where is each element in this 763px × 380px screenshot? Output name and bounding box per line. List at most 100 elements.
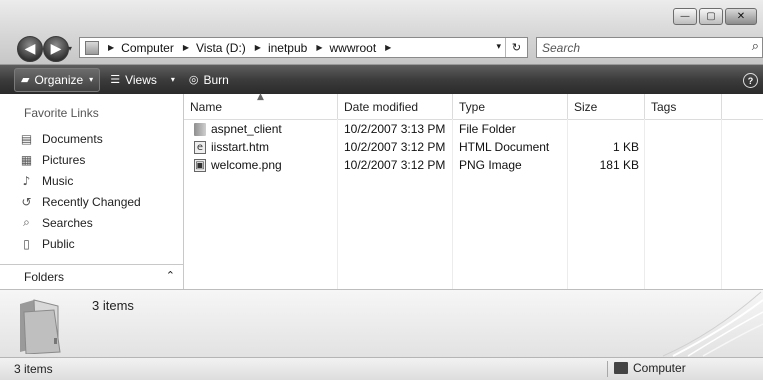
breadcrumb-separator[interactable]: ▶ [183, 43, 189, 52]
search-box: ⌕ [536, 37, 763, 58]
breadcrumb-inetpub[interactable]: inetpub [268, 41, 307, 55]
views-label: Views [125, 72, 157, 87]
views-icon: ☰ [110, 73, 121, 86]
nav-item-label: Recently Changed [42, 194, 141, 209]
nav-item-documents[interactable]: ▤ Documents [20, 128, 141, 149]
breadcrumb-wwwroot[interactable]: wwwroot [329, 41, 376, 55]
file-type: PNG Image [459, 158, 522, 172]
burn-button[interactable]: ◎ Burn [183, 69, 235, 91]
organize-icon: ▰ [21, 73, 30, 86]
details-pane: 3 items [0, 289, 763, 358]
file-size: 1 KB [612, 140, 639, 154]
column-header-size[interactable]: Size [568, 94, 645, 119]
folders-toggle[interactable]: Folders ⌃ [0, 264, 183, 289]
computer-icon [614, 362, 628, 374]
burn-label: Burn [203, 72, 229, 87]
nav-item-searches[interactable]: ⌕ Searches [20, 212, 141, 233]
column-label: Size [574, 99, 598, 114]
file-date: 10/2/2007 3:13 PM [344, 122, 446, 136]
back-button[interactable]: ◀ [17, 36, 43, 62]
breadcrumb-computer[interactable]: Computer [121, 41, 174, 55]
recent-pages-dropdown[interactable]: ▾ [68, 44, 72, 53]
close-button[interactable]: ✕ [725, 8, 757, 25]
status-location: Computer [614, 361, 686, 375]
search-icon[interactable]: ⌕ [752, 39, 759, 54]
explorer-window: — ▢ ✕ ◀ ▶ ▾ ▶ Computer ▶ Vista (D:) ▶ in… [0, 0, 763, 380]
search-input[interactable] [542, 40, 732, 55]
file-type: File Folder [459, 122, 516, 136]
file-list: Name ▲ Date modified Type Size Tags aspn… [184, 92, 763, 289]
column-label: Tags [651, 99, 677, 114]
file-date: 10/2/2007 3:12 PM [344, 140, 446, 154]
public-icon: ▯ [23, 236, 30, 251]
address-bar[interactable]: ▶ Computer ▶ Vista (D:) ▶ inetpub ▶ wwwr… [79, 37, 528, 58]
music-icon: ♪ [22, 173, 31, 188]
breadcrumb-separator[interactable]: ▶ [316, 43, 322, 52]
folder-icon [194, 122, 206, 136]
breadcrumb-vista-drive[interactable]: Vista (D:) [196, 41, 246, 55]
file-name: iisstart.htm [211, 140, 270, 154]
command-bar: ▰ Organize ▾ ☰ Views ▾ ◎ Burn ? [0, 65, 763, 94]
breadcrumb-separator[interactable]: ▶ [385, 43, 391, 52]
nav-item-label: Pictures [42, 152, 86, 167]
minimize-button[interactable]: — [673, 8, 697, 25]
nav-item-music[interactable]: ♪ Music [20, 170, 141, 191]
column-header-date-modified[interactable]: Date modified [338, 94, 453, 119]
window-controls: — ▢ ✕ [673, 8, 757, 25]
file-name-cell: ▣ welcome.png [194, 156, 282, 174]
nav-item-label: Searches [42, 215, 93, 230]
organize-button[interactable]: ▰ Organize ▾ [14, 67, 101, 92]
file-name: aspnet_client [211, 122, 282, 136]
help-icon[interactable]: ? [743, 73, 758, 88]
searches-icon: ⌕ [23, 215, 30, 229]
large-folder-icon [20, 299, 61, 354]
html-file-icon: e [194, 140, 206, 154]
documents-icon: ▤ [20, 131, 33, 146]
file-name: welcome.png [211, 158, 282, 172]
nav-item-recently-changed[interactable]: ↺ Recently Changed [20, 191, 141, 212]
file-type: HTML Document [459, 140, 550, 154]
chevron-down-icon[interactable]: ▾ [171, 75, 175, 84]
pictures-icon: ▦ [20, 152, 33, 167]
status-bar: 3 items Computer [0, 357, 763, 380]
column-header-type[interactable]: Type [453, 94, 568, 119]
breadcrumb-separator[interactable]: ▶ [108, 43, 114, 52]
organize-label: Organize [34, 72, 84, 87]
address-dropdown-icon[interactable]: ▾ [496, 42, 501, 52]
refresh-icon[interactable]: ↻ [505, 38, 527, 57]
status-divider [607, 361, 608, 377]
title-bar: — ▢ ✕ ◀ ▶ ▾ ▶ Computer ▶ Vista (D:) ▶ in… [0, 0, 763, 65]
column-header-row: Name ▲ Date modified Type Size Tags [184, 92, 763, 120]
details-item-count: 3 items [92, 298, 134, 313]
burn-disc-icon: ◎ [188, 73, 199, 86]
file-size [568, 120, 639, 138]
views-button[interactable]: ☰ Views ▾ [104, 69, 181, 91]
column-header-name[interactable]: Name ▲ [184, 92, 338, 119]
status-item-count: 3 items [14, 362, 53, 376]
nav-item-label: Documents [42, 131, 103, 146]
breadcrumb: ▶ Computer ▶ Vista (D:) ▶ inetpub ▶ wwwr… [99, 41, 398, 55]
file-row-welcome[interactable]: ▣ welcome.png 10/2/2007 3:12 PM PNG Imag… [184, 156, 763, 174]
forward-button[interactable]: ▶ [43, 36, 69, 62]
nav-item-public[interactable]: ▯ Public [20, 233, 141, 254]
file-row-iisstart[interactable]: e iisstart.htm 10/2/2007 3:12 PM HTML Do… [184, 138, 763, 156]
favorite-links-heading: Favorite Links [24, 106, 99, 120]
favorite-links-list: ▤ Documents ▦ Pictures ♪ Music ↺ Recentl… [20, 128, 141, 254]
folders-label: Folders [24, 270, 65, 284]
file-date: 10/2/2007 3:12 PM [344, 158, 446, 172]
chevron-down-icon: ▾ [89, 75, 94, 84]
file-size: 181 KB [599, 158, 639, 172]
column-label: Name [190, 99, 223, 114]
file-row-aspnet-client[interactable]: aspnet_client 10/2/2007 3:13 PM File Fol… [184, 120, 763, 138]
nav-item-pictures[interactable]: ▦ Pictures [20, 149, 141, 170]
navigation-pane: Favorite Links ▤ Documents ▦ Pictures ♪ … [0, 94, 184, 289]
png-file-icon: ▣ [194, 158, 206, 172]
chevron-up-icon[interactable]: ⌃ [166, 269, 175, 282]
status-location-label: Computer [633, 361, 686, 375]
nav-item-label: Public [42, 236, 75, 251]
decorative-swoosh [662, 291, 763, 357]
recently-changed-icon: ↺ [21, 194, 32, 209]
maximize-button[interactable]: ▢ [699, 8, 723, 25]
column-header-tags[interactable]: Tags [645, 94, 722, 119]
breadcrumb-separator[interactable]: ▶ [255, 43, 261, 52]
